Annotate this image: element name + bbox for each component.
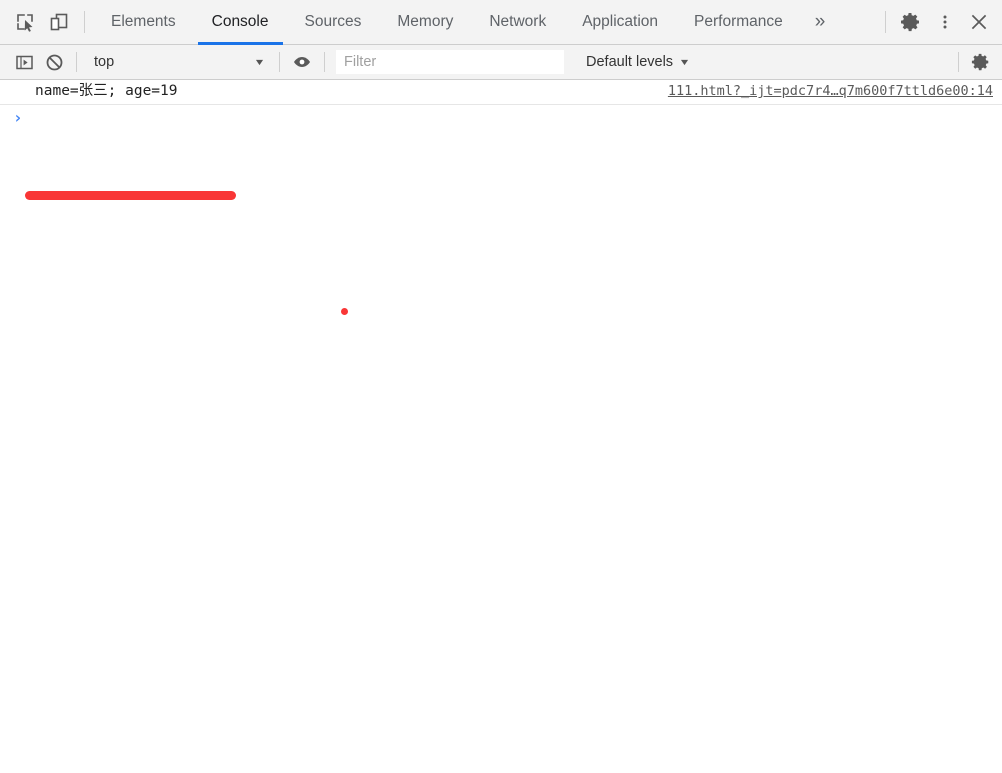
annotation-red-dot [341, 308, 348, 315]
toolbar-right-actions [877, 5, 996, 39]
tab-label: Sources [304, 13, 362, 30]
tab-label: Console [211, 13, 269, 30]
toolbar-divider [885, 11, 886, 33]
clear-console-icon[interactable] [39, 47, 69, 77]
chevron-down-icon: ▼ [253, 56, 266, 67]
live-expression-icon[interactable] [287, 47, 317, 77]
tab-label: Network [489, 13, 547, 30]
log-levels-selector[interactable]: Default levels ▼ [576, 50, 699, 74]
devtools-panel: Elements Console Sources Memory Network … [0, 0, 1002, 773]
tab-elements[interactable]: Elements [93, 0, 194, 45]
console-message-text: name=张三; age=19 [35, 83, 178, 99]
console-message-row[interactable]: name=张三; age=19 111.html?_ijt=pdc7r4…q7m… [0, 80, 1002, 105]
log-levels-label: Default levels [586, 54, 674, 70]
console-message-source-link[interactable]: 111.html?_ijt=pdc7r4…q7m600f7ttld6e00:14 [668, 82, 993, 101]
tab-memory[interactable]: Memory [379, 0, 471, 45]
filterbar-divider [76, 52, 77, 72]
console-filter-bar: top ▼ Default levels ▼ [0, 45, 1002, 80]
device-toolbar-icon[interactable] [42, 5, 76, 39]
execution-context-selector[interactable]: top ▼ [84, 50, 272, 74]
prompt-caret-icon: › [13, 108, 23, 127]
console-settings-gear-icon[interactable] [966, 47, 996, 77]
toolbar-divider [84, 11, 85, 33]
execution-context-value: top [94, 54, 115, 70]
filterbar-divider [279, 52, 280, 72]
filter-input[interactable] [336, 50, 564, 74]
chevron-down-icon: ▼ [678, 56, 691, 67]
panel-tabs: Elements Console Sources Memory Network … [93, 0, 877, 45]
inspect-element-icon[interactable] [8, 5, 42, 39]
filterbar-divider [958, 52, 959, 72]
devtools-tab-bar: Elements Console Sources Memory Network … [0, 0, 1002, 45]
filterbar-divider [324, 52, 325, 72]
more-tabs-chevron-icon[interactable]: » [801, 0, 839, 45]
tab-network[interactable]: Network [471, 0, 564, 45]
console-prompt-row[interactable]: › [0, 105, 1002, 131]
tab-label: Performance [694, 13, 783, 30]
more-tabs-label: » [814, 11, 826, 32]
close-icon[interactable] [962, 5, 996, 39]
tab-label: Elements [111, 13, 176, 30]
tab-label: Memory [397, 13, 454, 30]
filterbar-right-actions [951, 47, 996, 77]
tab-console[interactable]: Console [194, 0, 287, 45]
tab-sources[interactable]: Sources [287, 0, 380, 45]
console-message-area[interactable]: name=张三; age=19 111.html?_ijt=pdc7r4…q7m… [0, 80, 1002, 772]
tab-performance[interactable]: Performance [676, 0, 801, 45]
annotation-red-stroke [25, 191, 236, 200]
tab-label: Application [582, 13, 659, 30]
tab-application[interactable]: Application [564, 0, 676, 45]
console-prompt-input[interactable] [22, 108, 1002, 128]
gear-icon[interactable] [894, 5, 928, 39]
console-sidebar-icon[interactable] [9, 47, 39, 77]
more-vertical-icon[interactable] [928, 5, 962, 39]
